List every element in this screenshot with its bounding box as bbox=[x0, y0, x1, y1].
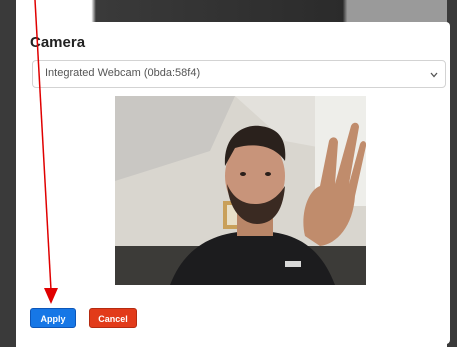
camera-select[interactable]: Integrated Webcam (0bda:58f4) bbox=[32, 60, 446, 88]
apply-button[interactable]: Apply bbox=[30, 308, 76, 328]
camera-select-value: Integrated Webcam (0bda:58f4) bbox=[45, 67, 201, 79]
background-left-strip bbox=[0, 0, 16, 347]
camera-preview bbox=[115, 96, 366, 285]
camera-dialog: Camera Integrated Webcam (0bda:58f4) App… bbox=[16, 22, 450, 344]
background-top-bar bbox=[0, 0, 457, 24]
dialog-title: Camera bbox=[30, 34, 86, 51]
cancel-button[interactable]: Cancel bbox=[89, 308, 137, 328]
webcam-feed-image bbox=[115, 96, 366, 285]
chevron-down-icon bbox=[430, 72, 438, 78]
